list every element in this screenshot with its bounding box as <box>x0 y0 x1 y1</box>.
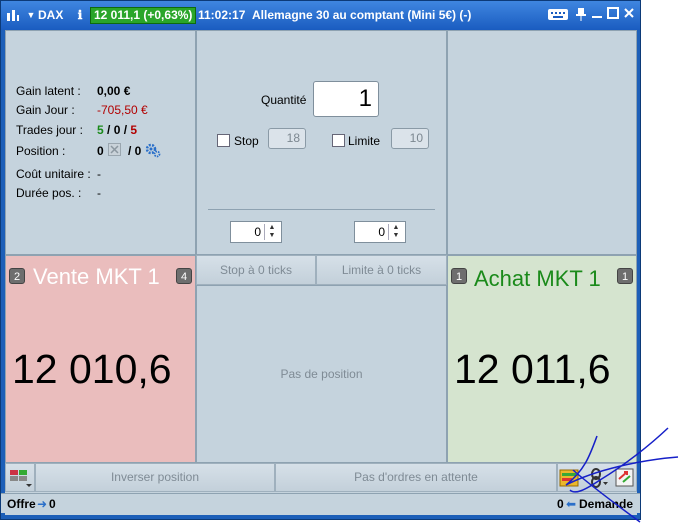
annotation-scribble <box>565 427 679 523</box>
